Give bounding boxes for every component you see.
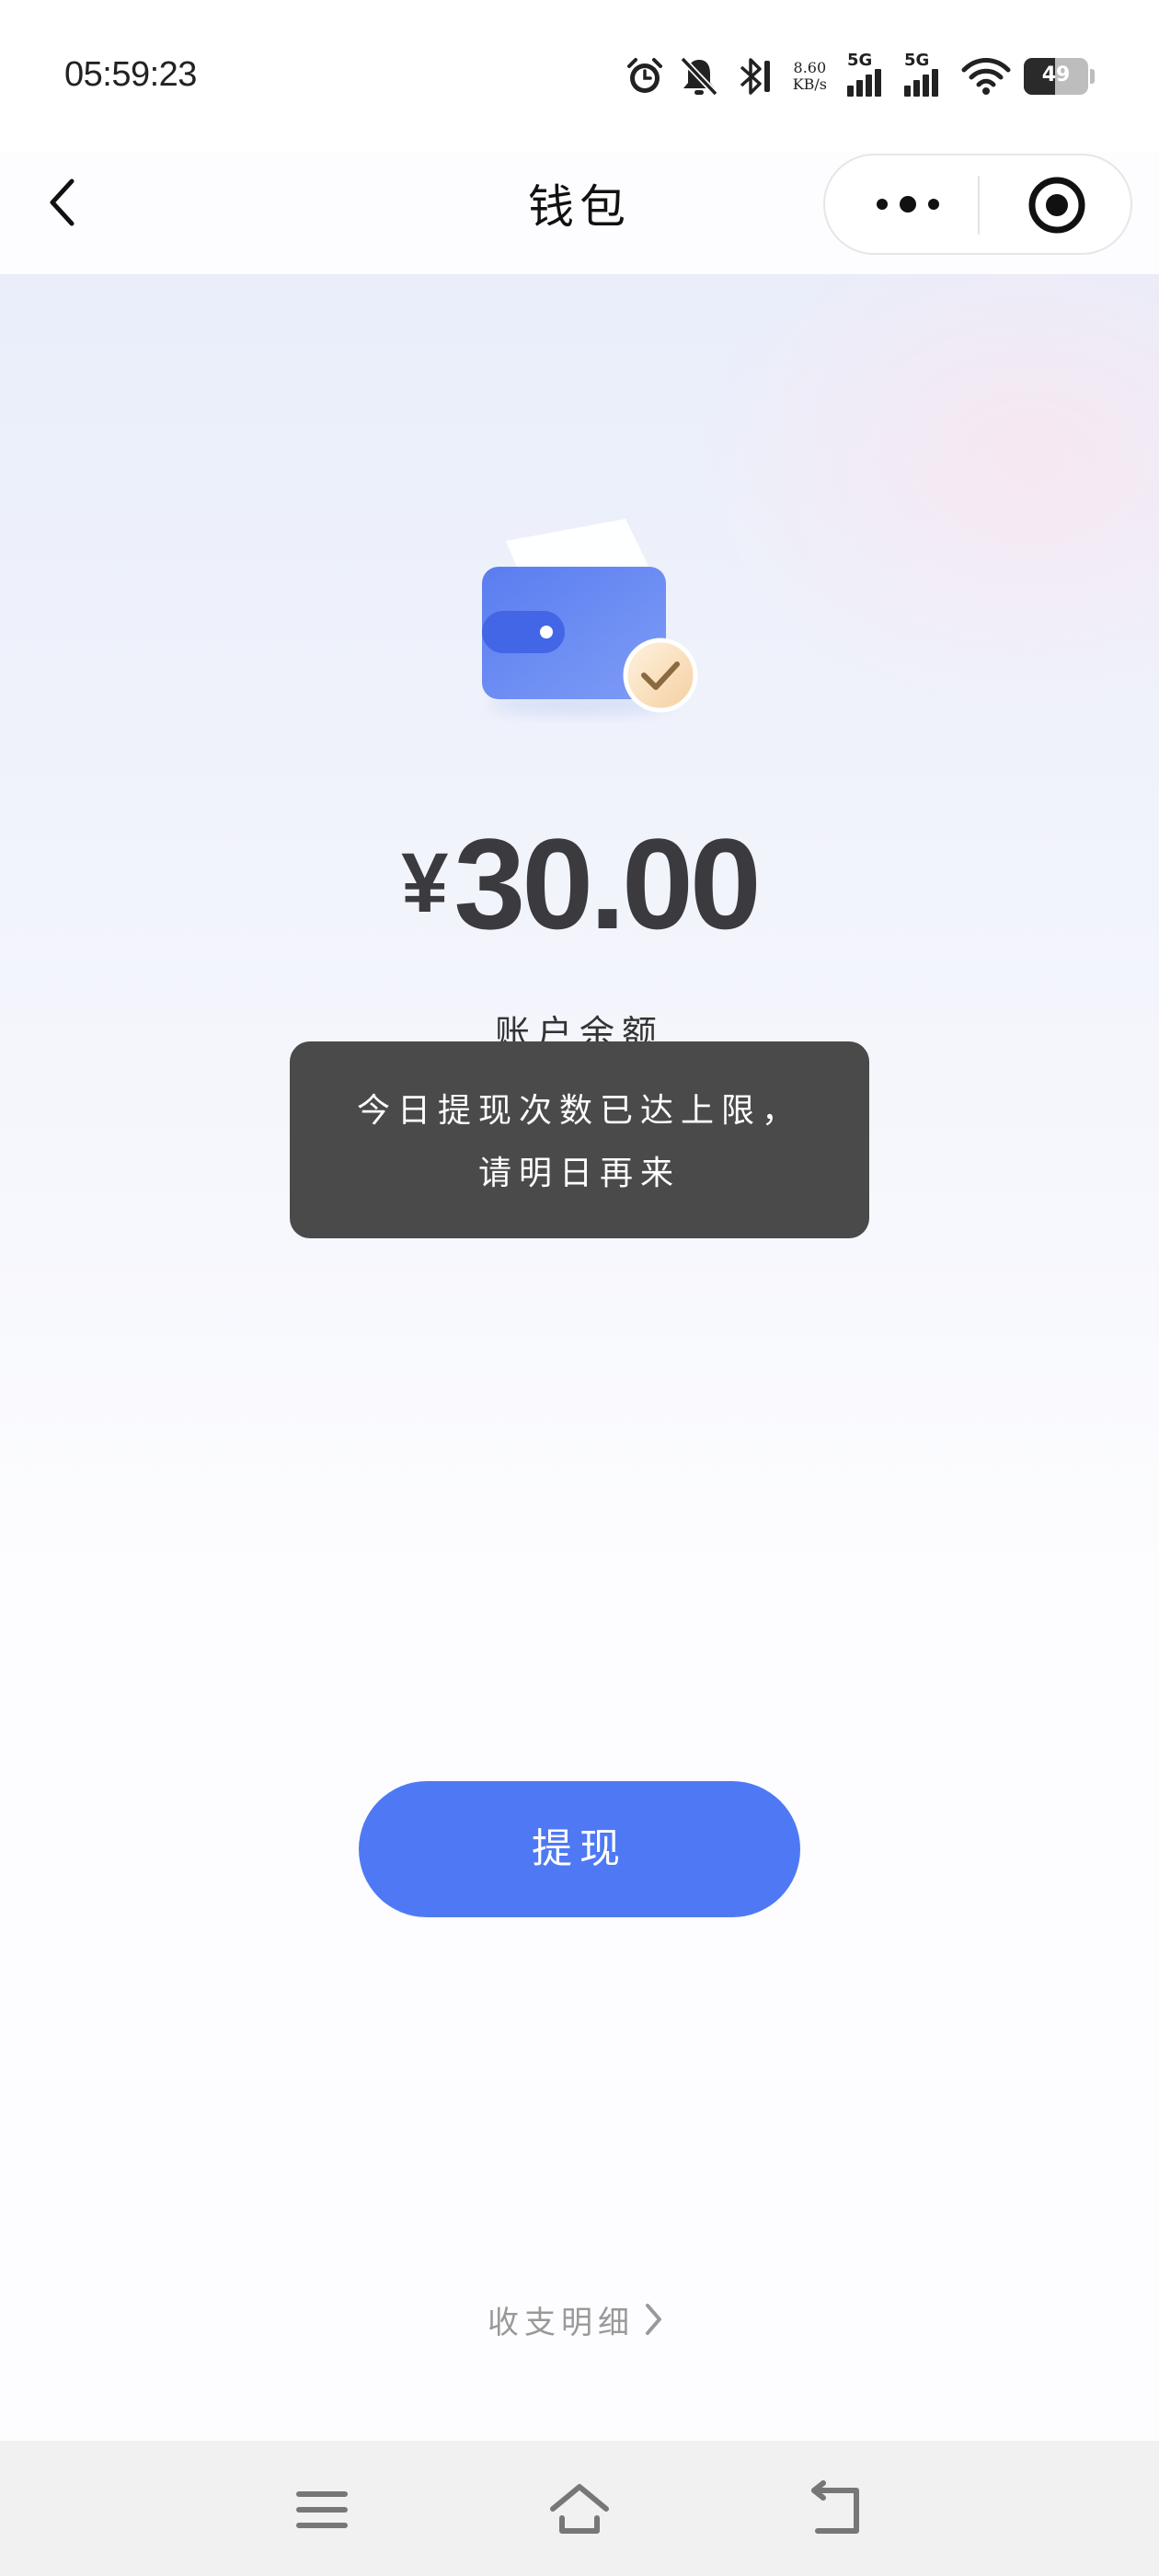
mute-icon bbox=[680, 56, 718, 97]
back-nav-icon[interactable] bbox=[805, 2478, 869, 2542]
bluetooth-icon bbox=[740, 58, 770, 95]
withdraw-button[interactable]: 提现 bbox=[359, 1781, 800, 1917]
net-speed-unit: KB/s bbox=[792, 75, 827, 93]
network-speed: 8.60 KB/s bbox=[793, 60, 827, 93]
battery-icon: 49 bbox=[1024, 58, 1088, 95]
home-icon[interactable] bbox=[547, 2478, 612, 2542]
toast-message: 今日提现次数已达上限， 请明日再来 bbox=[290, 1041, 869, 1238]
menu-icon[interactable] bbox=[290, 2478, 354, 2542]
chevron-right-icon bbox=[646, 2304, 661, 2335]
signal-1-label: 5G bbox=[847, 51, 873, 70]
amount-value: 30.00 bbox=[453, 811, 761, 956]
capsule-divider bbox=[978, 176, 980, 235]
battery-level: 49 bbox=[1041, 63, 1071, 86]
status-icons: 8.60 KB/s 5G 5G 49 bbox=[624, 51, 1095, 99]
signal-icon: 5G bbox=[847, 51, 891, 97]
signal-2-label: 5G bbox=[904, 51, 930, 70]
signal-icon-2: 5G bbox=[904, 51, 948, 97]
currency-symbol: ¥ bbox=[401, 836, 449, 930]
balance-amount: ¥30.00 bbox=[0, 810, 1159, 959]
transaction-details-link[interactable]: 收支明细 bbox=[488, 2296, 664, 2342]
details-label: 收支明细 bbox=[488, 2304, 635, 2341]
mini-program-capsule bbox=[823, 154, 1132, 255]
more-icon[interactable] bbox=[871, 155, 945, 253]
toast-line-2: 请明日再来 bbox=[477, 1155, 681, 1192]
alarm-icon bbox=[626, 58, 662, 93]
wallet-icon bbox=[482, 519, 698, 716]
wifi-icon bbox=[961, 58, 1011, 95]
battery-tip bbox=[1090, 69, 1095, 84]
status-time: 05:59:23 bbox=[64, 55, 197, 94]
wallet-page: 05:59:23 8.60 KB/s 5G 5G 49 钱包 ¥30.00 账户… bbox=[0, 0, 1159, 2576]
toast-line-1: 今日提现次数已达上限， bbox=[356, 1092, 802, 1130]
status-bar: 05:59:23 8.60 KB/s 5G 5G 49 钱包 bbox=[0, 0, 1159, 234]
system-navigation-bar bbox=[0, 2441, 1159, 2576]
net-speed-value: 8.60 bbox=[793, 59, 827, 76]
target-icon[interactable] bbox=[1027, 176, 1086, 235]
